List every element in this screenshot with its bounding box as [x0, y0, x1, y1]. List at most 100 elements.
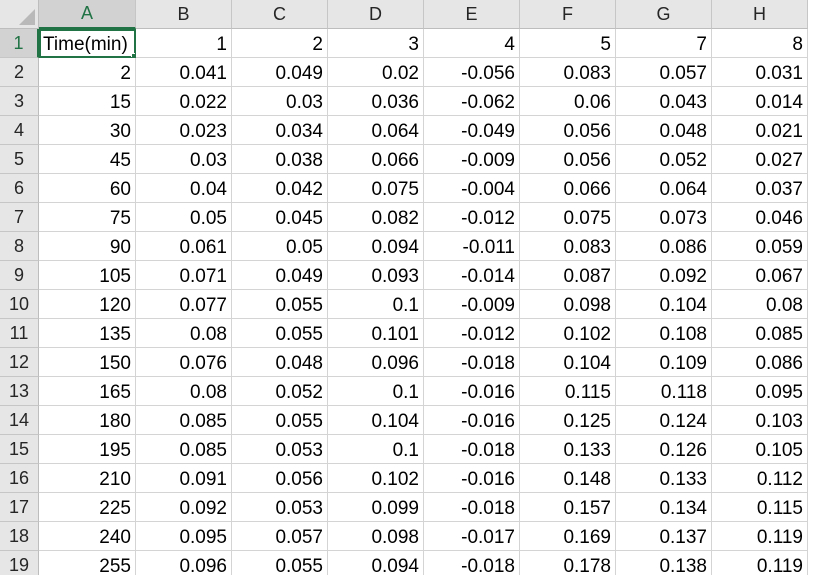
cell-G9[interactable]: 0.092	[616, 261, 712, 290]
cell-G16[interactable]: 0.133	[616, 464, 712, 493]
cell-C18[interactable]: 0.057	[232, 522, 328, 551]
cell-H10[interactable]: 0.08	[712, 290, 808, 319]
cell-G2[interactable]: 0.057	[616, 58, 712, 87]
cell-G3[interactable]: 0.043	[616, 87, 712, 116]
cell-E9[interactable]: -0.014	[424, 261, 520, 290]
cell-A15[interactable]: 195	[39, 435, 136, 464]
cell-H12[interactable]: 0.086	[712, 348, 808, 377]
cell-D8[interactable]: 0.094	[328, 232, 424, 261]
cell-H11[interactable]: 0.085	[712, 319, 808, 348]
cell-A19[interactable]: 255	[39, 551, 136, 575]
cell-H17[interactable]: 0.115	[712, 493, 808, 522]
cell-E7[interactable]: -0.012	[424, 203, 520, 232]
cell-D13[interactable]: 0.1	[328, 377, 424, 406]
cell-E17[interactable]: -0.018	[424, 493, 520, 522]
cell-G12[interactable]: 0.109	[616, 348, 712, 377]
cell-C7[interactable]: 0.045	[232, 203, 328, 232]
cell-B19[interactable]: 0.096	[136, 551, 232, 575]
row-header-11[interactable]: 11	[0, 319, 39, 348]
cell-G19[interactable]: 0.138	[616, 551, 712, 575]
cell-C4[interactable]: 0.034	[232, 116, 328, 145]
cell-D12[interactable]: 0.096	[328, 348, 424, 377]
cell-C17[interactable]: 0.053	[232, 493, 328, 522]
cell-D5[interactable]: 0.066	[328, 145, 424, 174]
row-header-1[interactable]: 1	[0, 29, 39, 58]
cell-G10[interactable]: 0.104	[616, 290, 712, 319]
row-header-10[interactable]: 10	[0, 290, 39, 319]
cell-B5[interactable]: 0.03	[136, 145, 232, 174]
cell-B3[interactable]: 0.022	[136, 87, 232, 116]
column-header-E[interactable]: E	[424, 0, 520, 29]
cell-C14[interactable]: 0.055	[232, 406, 328, 435]
cell-A4[interactable]: 30	[39, 116, 136, 145]
row-header-16[interactable]: 16	[0, 464, 39, 493]
cell-F4[interactable]: 0.056	[520, 116, 616, 145]
cell-F15[interactable]: 0.133	[520, 435, 616, 464]
column-header-D[interactable]: D	[328, 0, 424, 29]
row-header-15[interactable]: 15	[0, 435, 39, 464]
fill-handle[interactable]	[131, 53, 135, 57]
cell-C19[interactable]: 0.055	[232, 551, 328, 575]
row-header-2[interactable]: 2	[0, 58, 39, 87]
column-header-G[interactable]: G	[616, 0, 712, 29]
cell-D2[interactable]: 0.02	[328, 58, 424, 87]
cell-G7[interactable]: 0.073	[616, 203, 712, 232]
cell-E15[interactable]: -0.018	[424, 435, 520, 464]
cell-H13[interactable]: 0.095	[712, 377, 808, 406]
cell-D11[interactable]: 0.101	[328, 319, 424, 348]
cell-G17[interactable]: 0.134	[616, 493, 712, 522]
row-header-9[interactable]: 9	[0, 261, 39, 290]
cell-H3[interactable]: 0.014	[712, 87, 808, 116]
cell-F5[interactable]: 0.056	[520, 145, 616, 174]
cell-B11[interactable]: 0.08	[136, 319, 232, 348]
cell-D17[interactable]: 0.099	[328, 493, 424, 522]
select-all-corner[interactable]	[0, 0, 39, 29]
cell-C2[interactable]: 0.049	[232, 58, 328, 87]
cell-D19[interactable]: 0.094	[328, 551, 424, 575]
cell-H2[interactable]: 0.031	[712, 58, 808, 87]
cell-D9[interactable]: 0.093	[328, 261, 424, 290]
row-header-5[interactable]: 5	[0, 145, 39, 174]
cell-C12[interactable]: 0.048	[232, 348, 328, 377]
row-header-6[interactable]: 6	[0, 174, 39, 203]
row-header-7[interactable]: 7	[0, 203, 39, 232]
cell-E8[interactable]: -0.011	[424, 232, 520, 261]
cell-B15[interactable]: 0.085	[136, 435, 232, 464]
cell-C3[interactable]: 0.03	[232, 87, 328, 116]
row-header-3[interactable]: 3	[0, 87, 39, 116]
cell-E4[interactable]: -0.049	[424, 116, 520, 145]
cell-B14[interactable]: 0.085	[136, 406, 232, 435]
cell-G8[interactable]: 0.086	[616, 232, 712, 261]
cell-E16[interactable]: -0.016	[424, 464, 520, 493]
cell-F19[interactable]: 0.178	[520, 551, 616, 575]
cell-A9[interactable]: 105	[39, 261, 136, 290]
cell-B8[interactable]: 0.061	[136, 232, 232, 261]
cell-E3[interactable]: -0.062	[424, 87, 520, 116]
cell-H5[interactable]: 0.027	[712, 145, 808, 174]
cell-C16[interactable]: 0.056	[232, 464, 328, 493]
cell-H8[interactable]: 0.059	[712, 232, 808, 261]
cell-F11[interactable]: 0.102	[520, 319, 616, 348]
cell-C15[interactable]: 0.053	[232, 435, 328, 464]
cell-G1[interactable]: 7	[616, 29, 712, 58]
cell-D6[interactable]: 0.075	[328, 174, 424, 203]
cell-F3[interactable]: 0.06	[520, 87, 616, 116]
cell-D14[interactable]: 0.104	[328, 406, 424, 435]
cell-F9[interactable]: 0.087	[520, 261, 616, 290]
cell-F17[interactable]: 0.157	[520, 493, 616, 522]
cell-G15[interactable]: 0.126	[616, 435, 712, 464]
cell-C5[interactable]: 0.038	[232, 145, 328, 174]
cell-D4[interactable]: 0.064	[328, 116, 424, 145]
row-header-14[interactable]: 14	[0, 406, 39, 435]
cell-E11[interactable]: -0.012	[424, 319, 520, 348]
cell-A12[interactable]: 150	[39, 348, 136, 377]
cell-E13[interactable]: -0.016	[424, 377, 520, 406]
cell-G14[interactable]: 0.124	[616, 406, 712, 435]
cell-F6[interactable]: 0.066	[520, 174, 616, 203]
cell-H14[interactable]: 0.103	[712, 406, 808, 435]
cell-E2[interactable]: -0.056	[424, 58, 520, 87]
cell-A5[interactable]: 45	[39, 145, 136, 174]
cell-H15[interactable]: 0.105	[712, 435, 808, 464]
cell-H6[interactable]: 0.037	[712, 174, 808, 203]
row-header-12[interactable]: 12	[0, 348, 39, 377]
